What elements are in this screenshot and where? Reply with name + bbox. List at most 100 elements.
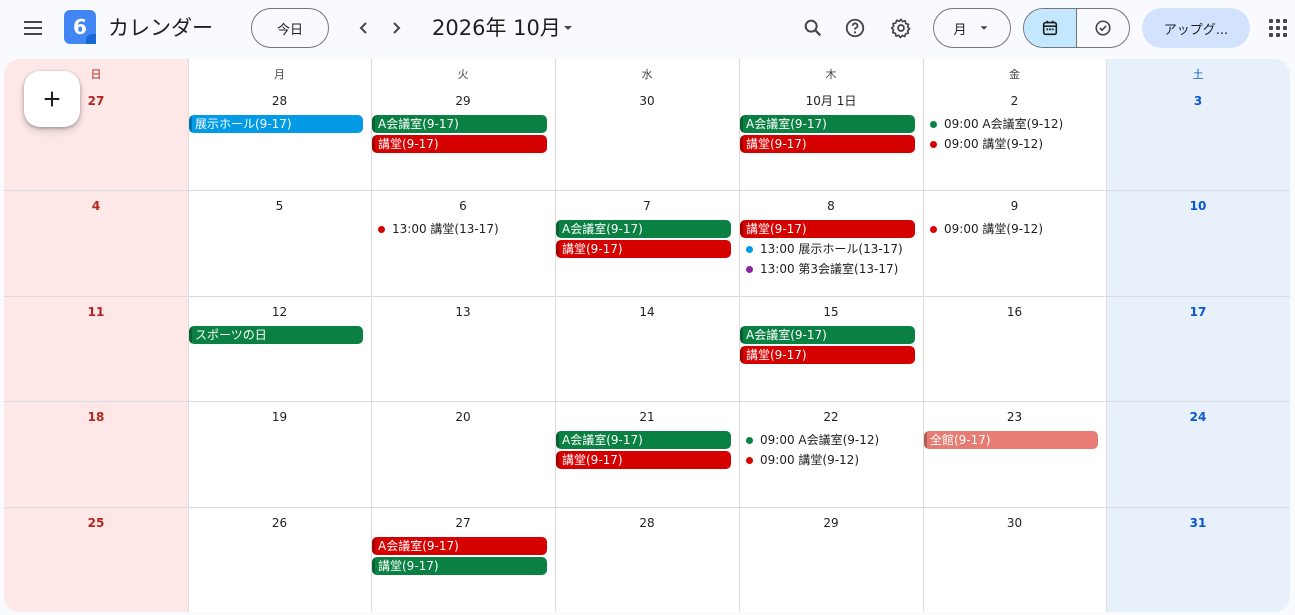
day-number[interactable]: 18 xyxy=(4,408,188,426)
day-number[interactable]: 28 xyxy=(555,514,739,532)
help-button[interactable] xyxy=(835,8,875,48)
row-divider xyxy=(4,401,1290,402)
weekday-header: 金 xyxy=(1009,68,1020,81)
day-number[interactable]: 12 xyxy=(188,303,371,321)
day-number[interactable]: 26 xyxy=(188,514,371,532)
day-number[interactable]: 13 xyxy=(371,303,555,321)
event-label: 09:00 講堂(9-12) xyxy=(944,222,1043,236)
event-color-dot xyxy=(746,265,753,273)
day-number[interactable]: 7 xyxy=(555,197,739,215)
day-number[interactable]: 21 xyxy=(555,408,739,426)
event-chip[interactable]: 講堂(9-17) xyxy=(740,135,915,153)
day-number[interactable]: 23 xyxy=(923,408,1106,426)
day-number[interactable]: 19 xyxy=(188,408,371,426)
chevron-left-icon xyxy=(359,22,367,34)
event-color-dot xyxy=(746,245,753,253)
tasks-view-button[interactable] xyxy=(1077,9,1130,47)
day-number[interactable]: 31 xyxy=(1106,514,1290,532)
create-event-button[interactable] xyxy=(24,71,80,127)
event-label: 13:00 講堂(13-17) xyxy=(392,222,499,236)
event-label: 13:00 展示ホール(13-17) xyxy=(760,242,903,256)
search-icon xyxy=(804,19,822,37)
event-chip[interactable]: A会議室(9-17) xyxy=(740,326,915,344)
day-number[interactable]: 15 xyxy=(739,303,923,321)
day-number[interactable]: 30 xyxy=(555,92,739,110)
next-month-button[interactable] xyxy=(380,12,412,44)
row-divider xyxy=(4,507,1290,508)
day-number[interactable]: 5 xyxy=(188,197,371,215)
month-dropdown-icon[interactable] xyxy=(560,20,576,36)
event-chip[interactable]: 講堂(9-17) xyxy=(556,240,731,258)
day-number[interactable]: 30 xyxy=(923,514,1106,532)
event-chip[interactable]: A会議室(9-17) xyxy=(372,115,547,133)
day-number[interactable]: 8 xyxy=(739,197,923,215)
day-number[interactable]: 24 xyxy=(1106,408,1290,426)
day-number[interactable]: 27 xyxy=(371,514,555,532)
event-chip[interactable]: 全館(9-17) xyxy=(924,431,1098,449)
view-select[interactable]: 月 xyxy=(933,8,1011,48)
event-chip[interactable]: A会議室(9-17) xyxy=(372,537,547,555)
upgrade-button[interactable]: アップグ... xyxy=(1142,8,1250,48)
day-number[interactable]: 28 xyxy=(188,92,371,110)
settings-button[interactable] xyxy=(881,8,921,48)
event-item[interactable]: 09:00 講堂(9-12) xyxy=(924,220,1098,238)
previous-month-button[interactable] xyxy=(348,12,380,44)
calendar-icon xyxy=(1042,20,1057,36)
day-number[interactable]: 11 xyxy=(4,303,188,321)
day-number[interactable]: 17 xyxy=(1106,303,1290,321)
day-number[interactable]: 10月 1日 xyxy=(739,92,923,110)
event-chip[interactable]: 講堂(9-17) xyxy=(556,451,731,469)
event-label: 09:00 講堂(9-12) xyxy=(944,137,1043,151)
event-chip[interactable]: A会議室(9-17) xyxy=(556,431,731,449)
current-month-label[interactable]: 2026年 10月 xyxy=(432,12,561,42)
event-chip[interactable]: 講堂(9-17) xyxy=(372,135,547,153)
day-number[interactable]: 29 xyxy=(739,514,923,532)
today-button[interactable]: 今日 xyxy=(251,8,329,48)
event-item[interactable]: 13:00 講堂(13-17) xyxy=(372,220,547,238)
check-circle-icon xyxy=(1095,20,1111,36)
search-button[interactable] xyxy=(793,8,833,48)
event-color-dot xyxy=(746,456,753,464)
event-item[interactable]: 13:00 第3会議室(13-17) xyxy=(740,260,915,278)
day-number[interactable]: 3 xyxy=(1106,92,1290,110)
day-number[interactable]: 6 xyxy=(371,197,555,215)
day-number[interactable]: 9 xyxy=(923,197,1106,215)
apps-grid-button[interactable] xyxy=(1262,12,1294,44)
event-color-dot xyxy=(746,436,753,444)
main-menu-button[interactable] xyxy=(12,8,52,48)
event-item[interactable]: 09:00 A会議室(9-12) xyxy=(924,115,1098,133)
event-chip[interactable]: 講堂(9-17) xyxy=(372,557,547,575)
day-number[interactable]: 16 xyxy=(923,303,1106,321)
event-chip[interactable]: A会議室(9-17) xyxy=(740,115,915,133)
day-number[interactable]: 20 xyxy=(371,408,555,426)
event-chip[interactable]: スポーツの日 xyxy=(189,326,363,344)
event-item[interactable]: 09:00 A会議室(9-12) xyxy=(740,431,915,449)
weekday-header: 水 xyxy=(641,68,653,81)
apps-icon xyxy=(1269,19,1287,37)
view-toggle xyxy=(1023,8,1130,48)
day-number[interactable]: 29 xyxy=(371,92,555,110)
day-number[interactable]: 2 xyxy=(923,92,1106,110)
day-number[interactable]: 14 xyxy=(555,303,739,321)
event-chip[interactable]: 講堂(9-17) xyxy=(740,346,915,364)
row-divider xyxy=(4,296,1290,297)
day-number[interactable]: 4 xyxy=(4,197,188,215)
event-chip[interactable]: 展示ホール(9-17) xyxy=(189,115,363,133)
event-chip[interactable]: 講堂(9-17) xyxy=(740,220,915,238)
event-color-dot xyxy=(930,120,937,128)
event-item[interactable]: 09:00 講堂(9-12) xyxy=(740,451,915,469)
event-label: 09:00 A会議室(9-12) xyxy=(944,117,1064,131)
weekday-header: 土 xyxy=(1192,68,1204,81)
day-number[interactable]: 25 xyxy=(4,514,188,532)
chevron-down-icon xyxy=(980,26,987,30)
day-number[interactable]: 10 xyxy=(1106,197,1290,215)
event-chip[interactable]: A会議室(9-17) xyxy=(556,220,731,238)
day-number[interactable]: 22 xyxy=(739,408,923,426)
chevron-right-icon xyxy=(393,22,401,34)
event-label: 13:00 第3会議室(13-17) xyxy=(760,262,899,276)
app-title: カレンダー xyxy=(108,16,213,40)
event-item[interactable]: 09:00 講堂(9-12) xyxy=(924,135,1098,153)
event-item[interactable]: 13:00 展示ホール(13-17) xyxy=(740,240,915,258)
calendar-view-button[interactable] xyxy=(1024,9,1077,47)
weekday-header: 火 xyxy=(457,68,469,81)
